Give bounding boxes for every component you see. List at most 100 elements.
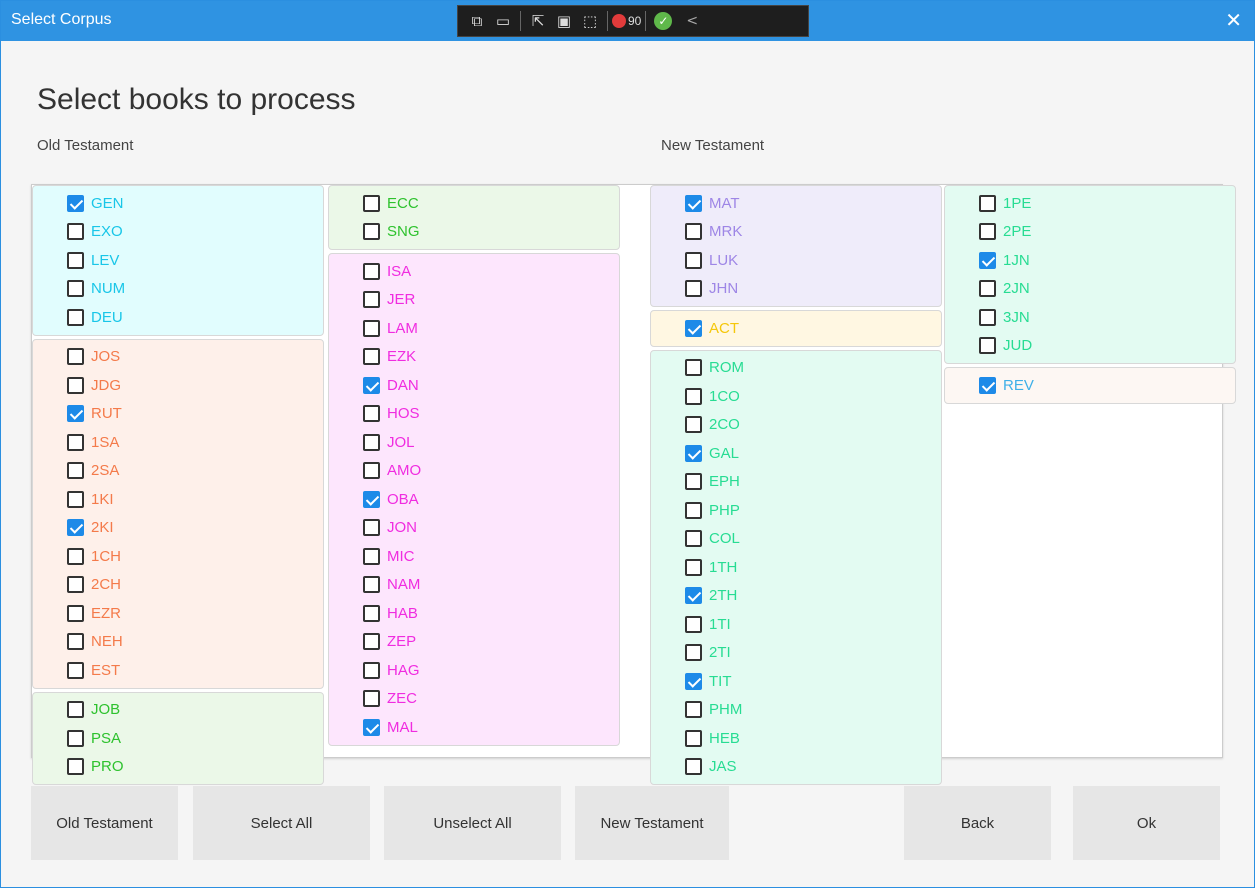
- book-checkbox-2th[interactable]: 2TH: [651, 582, 941, 611]
- book-checkbox-1ti[interactable]: 1TI: [651, 610, 941, 639]
- unchecked-box-icon[interactable]: [685, 644, 702, 662]
- checked-box-icon[interactable]: [685, 672, 702, 690]
- unchecked-box-icon[interactable]: [363, 633, 380, 651]
- book-checkbox-jdg[interactable]: JDG: [33, 371, 323, 400]
- book-checkbox-phm[interactable]: PHM: [651, 696, 941, 725]
- unchecked-box-icon[interactable]: [363, 433, 380, 451]
- book-checkbox-mrk[interactable]: MRK: [651, 218, 941, 247]
- book-checkbox-2pe[interactable]: 2PE: [945, 218, 1235, 247]
- book-checkbox-lev[interactable]: LEV: [33, 246, 323, 275]
- checked-box-icon[interactable]: [67, 194, 84, 212]
- book-checkbox-jol[interactable]: JOL: [329, 428, 619, 457]
- unchecked-box-icon[interactable]: [685, 758, 702, 776]
- unchecked-box-icon[interactable]: [685, 615, 702, 633]
- unchecked-box-icon[interactable]: [685, 473, 702, 491]
- unchecked-box-icon[interactable]: [363, 576, 380, 594]
- book-checkbox-php[interactable]: PHP: [651, 496, 941, 525]
- unchecked-box-icon[interactable]: [363, 291, 380, 309]
- unchecked-box-icon[interactable]: [685, 701, 702, 719]
- book-checkbox-1sa[interactable]: 1SA: [33, 428, 323, 457]
- unchecked-box-icon[interactable]: [685, 416, 702, 434]
- checked-box-icon[interactable]: [363, 490, 380, 508]
- live-tree-icon[interactable]: ⧉: [464, 12, 490, 30]
- unchecked-box-icon[interactable]: [363, 319, 380, 337]
- book-checkbox-exo[interactable]: EXO: [33, 218, 323, 247]
- unchecked-box-icon[interactable]: [67, 604, 84, 622]
- book-checkbox-eph[interactable]: EPH: [651, 468, 941, 497]
- unchecked-box-icon[interactable]: [363, 519, 380, 537]
- book-checkbox-amo[interactable]: AMO: [329, 457, 619, 486]
- book-checkbox-psa[interactable]: PSA: [33, 724, 323, 753]
- book-checkbox-jer[interactable]: JER: [329, 286, 619, 315]
- select-element-icon[interactable]: ⇱: [525, 12, 551, 30]
- book-checkbox-tit[interactable]: TIT: [651, 667, 941, 696]
- book-checkbox-zep[interactable]: ZEP: [329, 628, 619, 657]
- checked-box-icon[interactable]: [363, 376, 380, 394]
- unchecked-box-icon[interactable]: [363, 223, 380, 241]
- unchecked-box-icon[interactable]: [67, 223, 84, 241]
- unchecked-box-icon[interactable]: [363, 194, 380, 212]
- unselect-all-button[interactable]: Unselect All: [384, 786, 561, 860]
- checked-box-icon[interactable]: [685, 587, 702, 605]
- book-checkbox-jas[interactable]: JAS: [651, 753, 941, 782]
- book-checkbox-lam[interactable]: LAM: [329, 314, 619, 343]
- book-checkbox-jud[interactable]: JUD: [945, 332, 1235, 361]
- unchecked-box-icon[interactable]: [67, 701, 84, 719]
- unchecked-box-icon[interactable]: [685, 251, 702, 269]
- book-checkbox-nam[interactable]: NAM: [329, 571, 619, 600]
- unchecked-box-icon[interactable]: [685, 729, 702, 747]
- unchecked-box-icon[interactable]: [67, 308, 84, 326]
- unchecked-box-icon[interactable]: [979, 337, 996, 355]
- book-checkbox-est[interactable]: EST: [33, 656, 323, 685]
- unchecked-box-icon[interactable]: [363, 690, 380, 708]
- book-checkbox-3jn[interactable]: 3JN: [945, 303, 1235, 332]
- book-checkbox-col[interactable]: COL: [651, 525, 941, 554]
- book-checkbox-jos[interactable]: JOS: [33, 343, 323, 372]
- book-checkbox-mal[interactable]: MAL: [329, 713, 619, 742]
- unchecked-box-icon[interactable]: [67, 633, 84, 651]
- book-checkbox-isa[interactable]: ISA: [329, 257, 619, 286]
- checked-box-icon[interactable]: [363, 718, 380, 736]
- back-button[interactable]: Back: [904, 786, 1051, 860]
- unchecked-box-icon[interactable]: [685, 558, 702, 576]
- book-checkbox-mic[interactable]: MIC: [329, 542, 619, 571]
- book-checkbox-num[interactable]: NUM: [33, 275, 323, 304]
- book-checkbox-gal[interactable]: GAL: [651, 439, 941, 468]
- new-testament-button[interactable]: New Testament: [575, 786, 729, 860]
- unchecked-box-icon[interactable]: [685, 530, 702, 548]
- book-checkbox-ezr[interactable]: EZR: [33, 599, 323, 628]
- checked-box-icon[interactable]: [685, 319, 702, 337]
- book-checkbox-ecc[interactable]: ECC: [329, 189, 619, 218]
- book-checkbox-1th[interactable]: 1TH: [651, 553, 941, 582]
- book-checkbox-oba[interactable]: OBA: [329, 485, 619, 514]
- unchecked-box-icon[interactable]: [67, 758, 84, 776]
- unchecked-box-icon[interactable]: [685, 359, 702, 377]
- track-focus-icon[interactable]: ⬚: [577, 12, 603, 30]
- select-all-button[interactable]: Select All: [193, 786, 370, 860]
- unchecked-box-icon[interactable]: [67, 251, 84, 269]
- checked-box-icon[interactable]: [979, 251, 996, 269]
- book-checkbox-luk[interactable]: LUK: [651, 246, 941, 275]
- book-checkbox-mat[interactable]: MAT: [651, 189, 941, 218]
- book-checkbox-2jn[interactable]: 2JN: [945, 275, 1235, 304]
- unchecked-box-icon[interactable]: [979, 280, 996, 298]
- unchecked-box-icon[interactable]: [67, 490, 84, 508]
- book-checkbox-jon[interactable]: JON: [329, 514, 619, 543]
- unchecked-box-icon[interactable]: [979, 223, 996, 241]
- old-testament-button[interactable]: Old Testament: [31, 786, 178, 860]
- book-checkbox-1co[interactable]: 1CO: [651, 382, 941, 411]
- unchecked-box-icon[interactable]: [363, 405, 380, 423]
- unchecked-box-icon[interactable]: [979, 308, 996, 326]
- book-checkbox-sng[interactable]: SNG: [329, 218, 619, 247]
- collapse-chevron-icon[interactable]: <: [686, 13, 698, 29]
- checked-box-icon[interactable]: [67, 405, 84, 423]
- book-checkbox-1ch[interactable]: 1CH: [33, 542, 323, 571]
- record-icon[interactable]: ▭: [490, 12, 516, 30]
- book-checkbox-hab[interactable]: HAB: [329, 599, 619, 628]
- binding-failures-badge[interactable]: 90: [612, 14, 641, 28]
- unchecked-box-icon[interactable]: [67, 376, 84, 394]
- ok-button[interactable]: Ok: [1073, 786, 1220, 860]
- checked-box-icon[interactable]: [67, 519, 84, 537]
- hot-reload-ok-icon[interactable]: ✓: [654, 12, 673, 30]
- book-checkbox-rev[interactable]: REV: [945, 371, 1235, 400]
